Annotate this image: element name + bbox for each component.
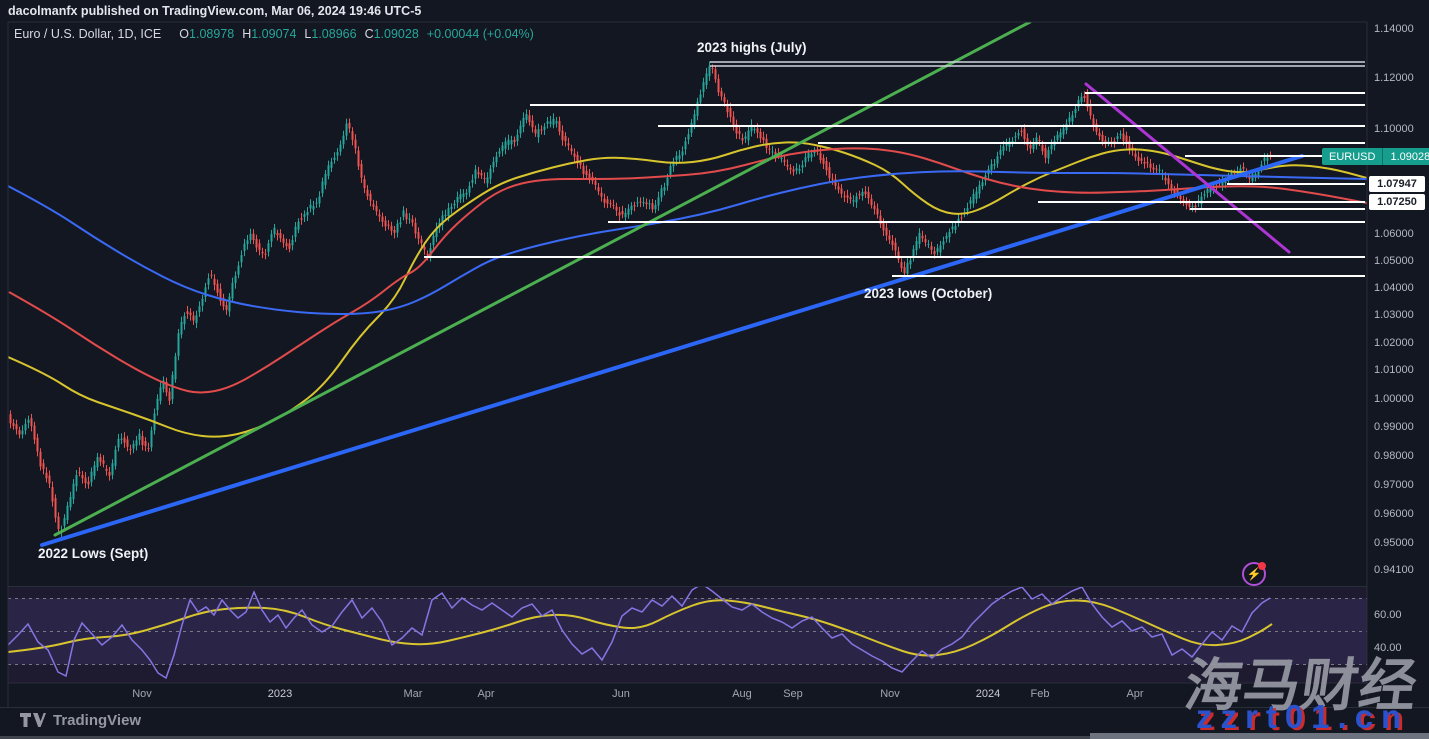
ohlc-label: C bbox=[365, 27, 374, 41]
price-level-box: 1.07947 bbox=[1369, 176, 1425, 192]
price-axis-label: 1.00000 bbox=[1374, 393, 1414, 405]
chart-legend[interactable]: Euro / U.S. Dollar, 1D, ICEO1.08978H1.09… bbox=[14, 27, 534, 41]
uptrend-from-2022-lows-blue[interactable] bbox=[42, 156, 1302, 545]
price-axis-label: 0.94100 bbox=[1374, 564, 1414, 576]
tradingview-logo-icon bbox=[20, 713, 46, 728]
time-axis-label: Sep bbox=[783, 688, 803, 700]
ohlc-value: 1.09028 bbox=[374, 27, 419, 41]
annotation-2023-highs: 2023 highs (July) bbox=[697, 40, 807, 55]
ma-red[interactable] bbox=[9, 148, 1367, 392]
change-value: +0.00044 (+0.04%) bbox=[427, 27, 534, 41]
time-axis-label: Nov bbox=[132, 688, 152, 700]
ohlc-label: O bbox=[179, 27, 189, 41]
badge-symbol: EURUSD bbox=[1322, 148, 1382, 165]
uptrend-from-2022-lows-green[interactable] bbox=[55, 22, 1030, 535]
time-axis-label: 2023 bbox=[268, 688, 292, 700]
tradingview-logo-text: TradingView bbox=[53, 712, 141, 729]
price-axis-label: 1.14000 bbox=[1374, 23, 1414, 35]
price-axis-label: 1.06000 bbox=[1374, 228, 1414, 240]
annotation-2023-lows: 2023 lows (October) bbox=[864, 286, 992, 301]
price-axis-label: 1.02000 bbox=[1374, 337, 1414, 349]
price-axis-label: 0.99000 bbox=[1374, 421, 1414, 433]
ohlc-value: 1.08978 bbox=[189, 27, 234, 41]
attribution-text: dacolmanfx published on TradingView.com,… bbox=[8, 4, 421, 18]
rsi-axis-label: 60.00 bbox=[1374, 609, 1402, 621]
symbol-title: Euro / U.S. Dollar, 1D, ICE bbox=[14, 27, 161, 41]
tradingview-published-chart: dacolmanfx published on TradingView.com,… bbox=[0, 0, 1429, 739]
time-axis-label: Mar bbox=[404, 688, 423, 700]
price-axis-label: 1.04000 bbox=[1374, 282, 1414, 294]
badge-price: 1.09028 bbox=[1382, 148, 1429, 165]
rsi-axis-label: 40.00 bbox=[1374, 642, 1402, 654]
ohlc-values: O1.08978H1.09074L1.08966C1.09028 bbox=[171, 27, 419, 41]
candlestick-series bbox=[10, 61, 1272, 537]
price-level-box: 1.07250 bbox=[1369, 194, 1425, 210]
price-axis-label: 1.12000 bbox=[1374, 72, 1414, 84]
price-axis-label: 1.03000 bbox=[1374, 309, 1414, 321]
time-axis-label: Aug bbox=[732, 688, 752, 700]
tradingview-logo[interactable]: TradingView bbox=[20, 712, 141, 729]
time-axis-label: 2024 bbox=[976, 688, 1000, 700]
price-axis-label: 1.01000 bbox=[1374, 364, 1414, 376]
price-axis-label: 0.96000 bbox=[1374, 508, 1414, 520]
current-price-badge: EURUSD 1.09028 bbox=[1322, 148, 1429, 165]
notification-dot bbox=[1258, 562, 1266, 570]
time-axis-label: Nov bbox=[880, 688, 900, 700]
time-axis-label: Feb bbox=[1031, 688, 1050, 700]
price-chart-canvas[interactable] bbox=[0, 0, 1429, 739]
price-axis-label: 0.97000 bbox=[1374, 479, 1414, 491]
lightning-bolt-icon: ⚡ bbox=[1247, 568, 1262, 580]
watermark-strip bbox=[1090, 733, 1429, 739]
ohlc-value: 1.09074 bbox=[251, 27, 296, 41]
reactions-flash-button[interactable]: ⚡ bbox=[1242, 562, 1266, 586]
price-axis-label: 1.05000 bbox=[1374, 255, 1414, 267]
ma-blue[interactable] bbox=[8, 171, 1367, 314]
time-axis-label: Apr bbox=[1126, 688, 1143, 700]
ohlc-value: 1.08966 bbox=[311, 27, 356, 41]
time-axis-label: Apr bbox=[477, 688, 494, 700]
ohlc-label: H bbox=[242, 27, 251, 41]
price-axis-label: 0.98000 bbox=[1374, 450, 1414, 462]
annotation-2022-lows: 2022 Lows (Sept) bbox=[38, 546, 148, 561]
price-axis-label: 1.10000 bbox=[1374, 123, 1414, 135]
time-axis-label: Jun bbox=[612, 688, 630, 700]
price-axis-label: 0.95000 bbox=[1374, 537, 1414, 549]
